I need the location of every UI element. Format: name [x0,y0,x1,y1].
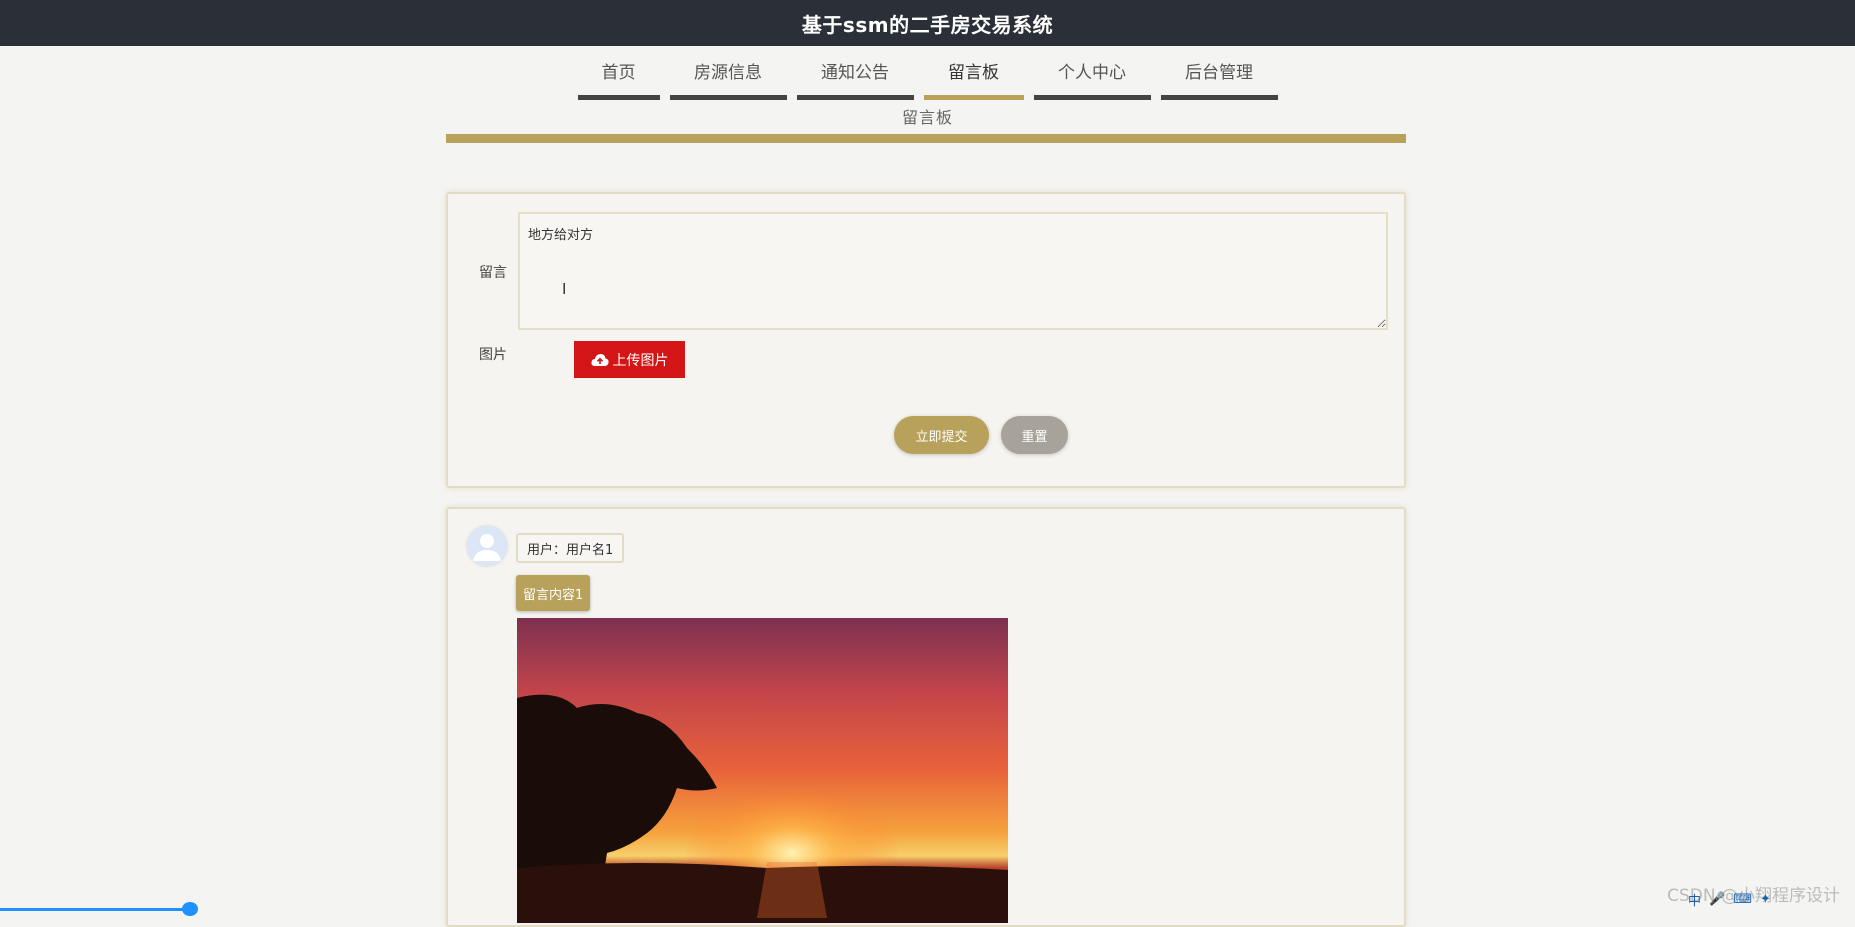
message-form: 留言 I 图片 上传图片 立即提交 重置 [446,192,1406,488]
nav-label: 个人中心 [1058,63,1126,83]
nav-item-message-board[interactable]: 留言板 [923,58,1024,100]
settings-icon[interactable]: ✦ [1760,892,1771,907]
message-label: 留言 [479,265,507,281]
image-label: 图片 [479,347,507,363]
nav-item-admin[interactable]: 后台管理 [1160,58,1278,100]
main-nav: 首页 房源信息 通知公告 留言板 个人中心 后台管理 [0,58,1855,100]
progress-handle[interactable] [182,902,198,916]
nav-label: 房源信息 [694,63,762,83]
video-progress-bar[interactable] [0,908,190,911]
nav-item-home[interactable]: 首页 [577,58,660,100]
nav-label: 留言板 [948,63,999,83]
reset-button[interactable]: 重置 [1001,416,1068,454]
nav-item-listings[interactable]: 房源信息 [669,58,787,100]
text-cursor-icon: I [562,280,567,298]
mic-icon[interactable]: 🎤 [1709,892,1725,907]
nav-label: 首页 [601,63,636,83]
message-list: 用户：用户名1 留言内容1 [446,507,1406,927]
sunset-photo [517,618,1008,923]
keyboard-icon[interactable]: ⌨ [1733,892,1752,907]
nav-label: 通知公告 [821,63,889,83]
ime-indicator[interactable]: 中 [1688,890,1701,909]
message-textarea[interactable] [518,212,1388,330]
submit-button[interactable]: 立即提交 [894,416,989,454]
nav-label: 后台管理 [1185,63,1253,83]
site-title: 基于ssm的二手房交易系统 [801,12,1054,37]
message-content: 留言内容1 [516,575,591,611]
user-avatar [467,526,507,566]
nav-item-personal-center[interactable]: 个人中心 [1033,58,1151,100]
message-user: 用户：用户名1 [516,533,625,563]
user-avatar-icon [467,526,507,566]
upload-label: 上传图片 [612,351,669,368]
page-subtitle: 留言板 [901,108,953,127]
system-tray: 中 🎤 ⌨ ✦ [1688,888,1771,910]
section-divider [446,134,1406,143]
nav-item-notices[interactable]: 通知公告 [796,58,914,100]
top-bar: 基于ssm的二手房交易系统 [0,0,1855,46]
cloud-upload-icon [590,353,609,366]
upload-image-button[interactable]: 上传图片 [574,341,685,378]
